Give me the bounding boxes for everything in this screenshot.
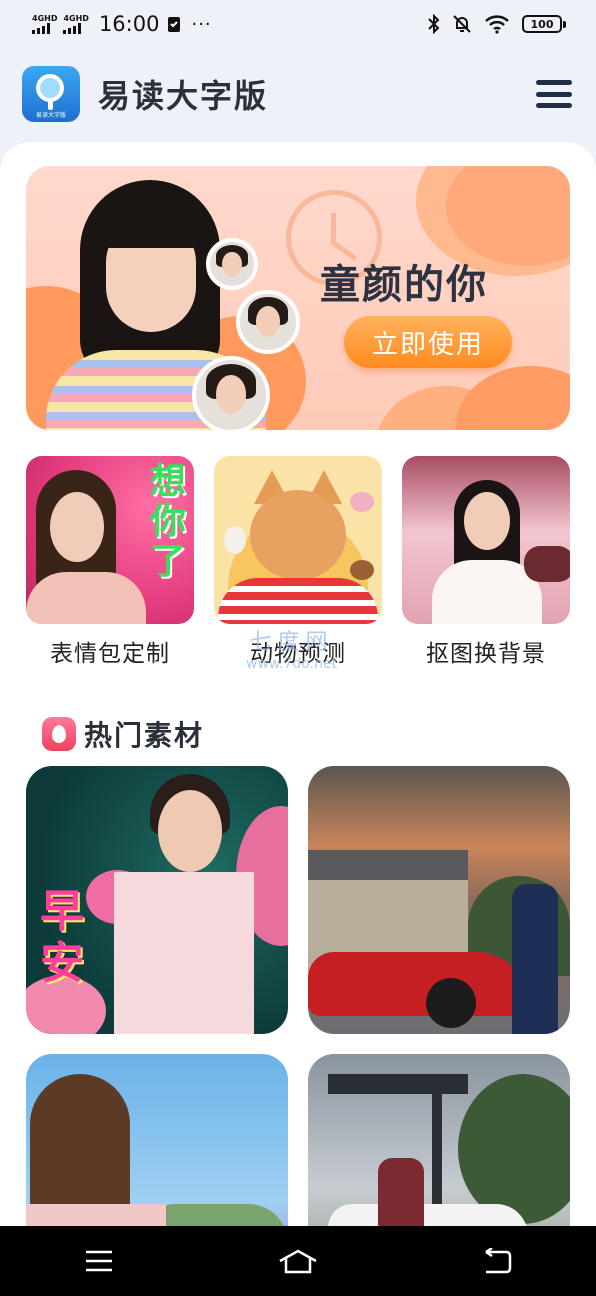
avatar-woman [236, 290, 300, 354]
feature-overlay-text: 想你了 [149, 461, 186, 582]
status-right: 100 [428, 14, 566, 34]
avatar-elder [192, 356, 270, 430]
app-title: 易读大字版 [98, 77, 269, 115]
nav-recents-icon [86, 1250, 113, 1272]
wifi-icon [485, 15, 509, 34]
banner-cta-button[interactable]: 立即使用 [344, 316, 512, 368]
signal-icon: 4GHD [32, 14, 57, 34]
system-nav-bar [0, 1226, 596, 1296]
clipboard-icon [168, 17, 181, 32]
status-left: 4GHD 4GHD 16:00 ··· [32, 12, 212, 36]
fire-icon [42, 717, 76, 751]
nav-back-button[interactable] [467, 1241, 527, 1281]
app-header: 易读大字版 易读大字版 [22, 58, 574, 130]
feature-thumb-cutout [402, 456, 570, 624]
promo-banner[interactable]: 童颜的你 立即使用 [26, 166, 570, 430]
nav-home-button[interactable] [268, 1241, 328, 1281]
signal-icon: 4GHD [63, 14, 89, 34]
sim2-label: 4GHD [63, 14, 89, 23]
material-card[interactable] [308, 766, 570, 1034]
battery-icon: 100 [522, 15, 566, 33]
status-bar: 4GHD 4GHD 16:00 ··· 100 [0, 0, 596, 48]
material-card[interactable] [26, 1054, 288, 1232]
menu-button[interactable] [534, 74, 574, 114]
feature-label: 抠图换背景 [426, 641, 546, 667]
app-logo: 易读大字版 [22, 66, 80, 122]
avatar-child [206, 238, 258, 290]
sim1-label: 4GHD [32, 14, 58, 23]
bluetooth-icon [428, 14, 440, 34]
status-time: 16:00 [98, 12, 160, 36]
material-card[interactable] [308, 1054, 570, 1232]
nav-recents-button[interactable] [69, 1241, 129, 1281]
mute-bell-icon [453, 15, 471, 33]
watermark-line2: www.7do.net [246, 656, 338, 672]
banner-title: 童颜的你 [320, 262, 488, 308]
nav-home-icon [279, 1249, 317, 1274]
feature-emoji-custom[interactable]: 想你了 表情包定制 [26, 456, 194, 668]
menu-icon [536, 80, 572, 85]
nav-back-icon [484, 1248, 511, 1274]
watermark-line1: 七度网 [249, 630, 334, 655]
material-card[interactable]: 早安 [26, 766, 288, 1034]
feature-label: 表情包定制 [50, 641, 170, 667]
feature-cutout-background[interactable]: 抠图换背景 [402, 456, 570, 668]
hot-section-header: 热门素材 [42, 714, 204, 754]
feature-thumb-emoji: 想你了 [26, 456, 194, 624]
main-content: 童颜的你 立即使用 想你了 表情包定制 动物预测 抠图换背景 七度网 www.7… [0, 142, 596, 1232]
battery-level: 100 [530, 17, 554, 31]
app-logo-text: 易读大字版 [35, 112, 66, 119]
feature-thumb-animal [214, 456, 382, 624]
watermark: 七度网 www.7do.net [246, 624, 337, 672]
hot-section-title: 热门素材 [84, 719, 205, 752]
material-overlay-text: 早安 [40, 886, 84, 989]
status-more: ··· [191, 13, 212, 35]
